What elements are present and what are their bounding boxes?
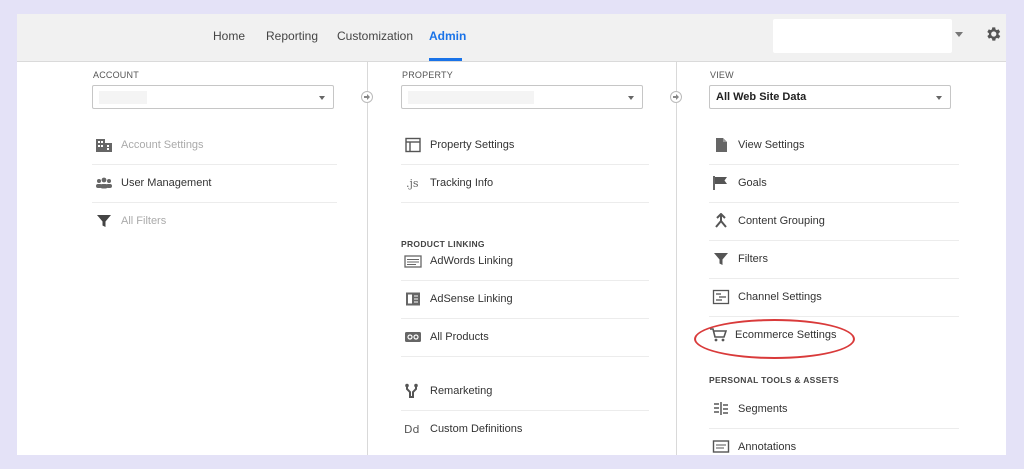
all-filters-label: All Filters xyxy=(121,215,167,227)
content-grouping-label: Content Grouping xyxy=(738,215,825,227)
remarketing-label: Remarketing xyxy=(430,385,493,397)
grouping-icon xyxy=(715,213,727,228)
adwords-linking-label: AdWords Linking xyxy=(430,255,513,267)
account-select[interactable] xyxy=(92,85,334,109)
users-icon xyxy=(96,177,112,189)
flag-icon xyxy=(713,176,727,190)
adwords-icon xyxy=(404,255,422,268)
segments-item[interactable]: Segments xyxy=(709,391,959,429)
account-settings-item[interactable]: Account Settings xyxy=(92,127,337,165)
view-settings-label: View Settings xyxy=(738,139,805,151)
property-select[interactable] xyxy=(401,85,643,109)
chevron-down-icon xyxy=(319,96,325,100)
all-filters-item[interactable]: All Filters xyxy=(92,203,337,241)
gear-icon[interactable] xyxy=(984,25,1002,43)
filter-icon xyxy=(97,215,111,227)
account-column: ACCOUNT Account Settings User Management xyxy=(92,61,337,455)
all-products-label: All Products xyxy=(430,331,489,343)
user-management-label: User Management xyxy=(121,177,212,189)
annotations-item[interactable]: Annotations xyxy=(709,429,959,455)
personal-tools-header: PERSONAL TOOLS & ASSETS xyxy=(709,375,840,385)
nav-customization[interactable]: Customization xyxy=(337,29,413,43)
remarketing-item[interactable]: Remarketing xyxy=(401,373,649,411)
chevron-down-icon xyxy=(628,96,634,100)
products-icon xyxy=(405,332,421,342)
view-select[interactable]: All Web Site Data xyxy=(709,85,951,109)
property-header: PROPERTY xyxy=(402,70,453,80)
document-icon xyxy=(716,138,727,152)
admin-page: Home Reporting Customization Admin ACCOU… xyxy=(17,14,1006,455)
top-nav-bar: Home Reporting Customization Admin xyxy=(17,14,1006,62)
nav-admin[interactable]: Admin xyxy=(429,29,466,43)
segments-label: Segments xyxy=(738,403,788,415)
property-name-redacted xyxy=(408,91,534,104)
cart-icon xyxy=(710,328,727,342)
ecommerce-settings-item[interactable]: Ecommerce Settings xyxy=(709,317,959,355)
svg-text:.js: .js xyxy=(406,177,419,190)
segments-icon xyxy=(714,402,728,415)
property-settings-item[interactable]: Property Settings xyxy=(401,127,649,165)
adsense-linking-item[interactable]: AdSense Linking xyxy=(401,281,649,319)
account-settings-label: Account Settings xyxy=(121,139,204,151)
adsense-icon xyxy=(406,292,420,306)
channel-icon xyxy=(712,289,730,305)
nav-reporting[interactable]: Reporting xyxy=(266,29,318,43)
view-column: VIEW All Web Site Data View Settings Goa… xyxy=(709,61,959,455)
filters-label: Filters xyxy=(738,253,768,265)
arrow-right-icon xyxy=(670,91,682,103)
account-switcher[interactable] xyxy=(773,19,952,53)
chevron-down-icon xyxy=(936,96,942,100)
goals-item[interactable]: Goals xyxy=(709,165,959,203)
view-header: VIEW xyxy=(710,70,734,80)
filter-icon xyxy=(714,253,728,265)
building-icon xyxy=(96,139,112,152)
content-grouping-item[interactable]: Content Grouping xyxy=(709,203,959,241)
chevron-down-icon[interactable] xyxy=(955,32,963,37)
account-name-redacted xyxy=(99,91,147,104)
channel-settings-label: Channel Settings xyxy=(738,291,822,303)
filters-item[interactable]: Filters xyxy=(709,241,959,279)
arrow-right-icon xyxy=(361,91,373,103)
tracking-info-label: Tracking Info xyxy=(430,177,494,189)
property-settings-label: Property Settings xyxy=(430,139,515,151)
tracking-info-item[interactable]: .js Tracking Info xyxy=(401,165,649,203)
window-icon xyxy=(405,137,421,153)
dd-icon: Dd xyxy=(404,423,419,436)
user-management-item[interactable]: User Management xyxy=(92,165,337,203)
custom-definitions-label: Custom Definitions xyxy=(430,423,523,435)
adwords-linking-item[interactable]: AdWords Linking xyxy=(401,243,649,281)
custom-definitions-item[interactable]: Dd Custom Definitions xyxy=(401,411,649,449)
view-settings-item[interactable]: View Settings xyxy=(709,127,959,165)
account-header: ACCOUNT xyxy=(93,70,139,80)
svg-text:Dd: Dd xyxy=(404,423,419,436)
js-icon: .js xyxy=(406,177,419,190)
column-divider xyxy=(676,61,677,455)
adsense-linking-label: AdSense Linking xyxy=(430,293,513,305)
view-select-value: All Web Site Data xyxy=(716,91,807,103)
channel-settings-item[interactable]: Channel Settings xyxy=(709,279,959,317)
property-column: PROPERTY Property Settings .js Tracking … xyxy=(401,61,649,455)
annotations-label: Annotations xyxy=(738,441,797,453)
all-products-item[interactable]: All Products xyxy=(401,319,649,357)
remarketing-icon xyxy=(405,383,418,398)
annotations-icon xyxy=(712,440,730,453)
ecommerce-settings-label: Ecommerce Settings xyxy=(735,329,837,341)
nav-home[interactable]: Home xyxy=(213,29,245,43)
column-divider xyxy=(367,61,368,455)
goals-label: Goals xyxy=(738,177,767,189)
